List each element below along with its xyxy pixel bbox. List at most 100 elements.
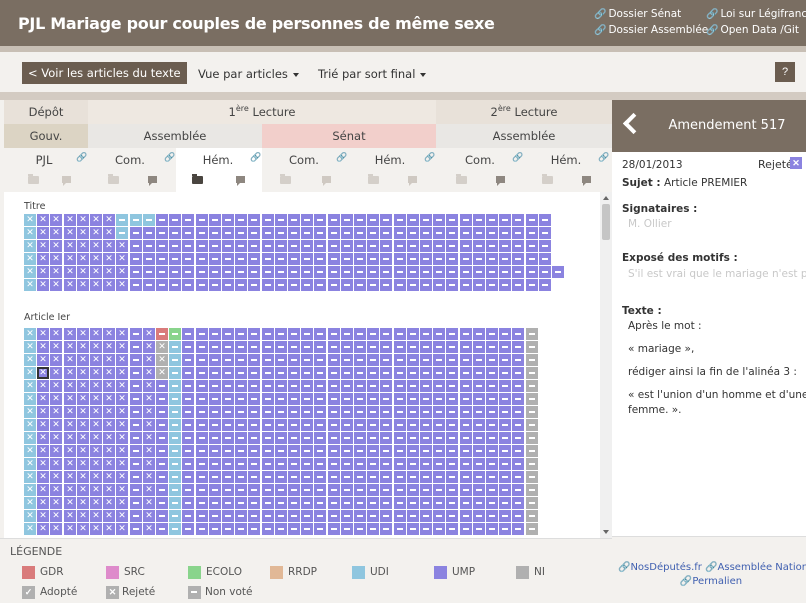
amendment-cell[interactable]: ✕: [103, 367, 115, 379]
amendment-cell[interactable]: ✕: [37, 484, 49, 496]
amendment-cell[interactable]: [248, 497, 260, 509]
amendment-cell[interactable]: ✕: [103, 419, 115, 431]
amendment-cell[interactable]: ✕: [77, 328, 89, 340]
amendment-cell[interactable]: [288, 240, 300, 252]
amendment-cell[interactable]: [235, 227, 247, 239]
amendment-cell[interactable]: [367, 445, 379, 457]
amendment-cell[interactable]: [512, 484, 524, 496]
amendment-cell[interactable]: [446, 341, 458, 353]
amendment-cell[interactable]: ✕: [50, 367, 62, 379]
amendment-cell[interactable]: [222, 497, 234, 509]
amendment-cell[interactable]: [512, 406, 524, 418]
amendment-cell[interactable]: [262, 279, 274, 291]
amendment-cell[interactable]: ✕: [90, 419, 102, 431]
amendment-cell[interactable]: [314, 227, 326, 239]
amendment-cell[interactable]: [222, 510, 234, 522]
amendment-cell[interactable]: [275, 471, 287, 483]
amendment-cell[interactable]: [341, 484, 353, 496]
amendment-cell[interactable]: ✕: [90, 510, 102, 522]
amendment-cell[interactable]: ✕: [103, 406, 115, 418]
amendment-cell[interactable]: [222, 484, 234, 496]
amendment-cell[interactable]: ✕: [24, 393, 36, 405]
amendment-cell[interactable]: [446, 328, 458, 340]
amendment-cell[interactable]: [420, 341, 432, 353]
amendment-cell[interactable]: [196, 354, 208, 366]
amendment-cell[interactable]: [446, 367, 458, 379]
amendment-cell[interactable]: [539, 279, 551, 291]
amendment-cell[interactable]: ✕: [37, 458, 49, 470]
amendment-cell[interactable]: [169, 253, 181, 265]
amendment-cell[interactable]: ✕: [24, 523, 36, 535]
amendment-cell[interactable]: [499, 253, 511, 265]
amendment-cell[interactable]: ✕: [37, 406, 49, 418]
amendment-cell[interactable]: [156, 253, 168, 265]
amendment-cell[interactable]: [473, 240, 485, 252]
amendment-cell[interactable]: ✕: [77, 253, 89, 265]
amendment-cell[interactable]: [354, 445, 366, 457]
amendment-cell[interactable]: [196, 523, 208, 535]
amendment-cell[interactable]: ✕: [77, 458, 89, 470]
amendment-cell[interactable]: ✕: [103, 266, 115, 278]
amendment-cell[interactable]: [512, 266, 524, 278]
amendment-cell[interactable]: [460, 328, 472, 340]
amendment-cell[interactable]: [301, 227, 313, 239]
amendment-cell[interactable]: [394, 367, 406, 379]
amendment-cell[interactable]: [235, 523, 247, 535]
amendment-cell[interactable]: [196, 406, 208, 418]
amendment-cell[interactable]: [196, 419, 208, 431]
amendment-cell[interactable]: [473, 497, 485, 509]
amendment-cell[interactable]: [354, 406, 366, 418]
amendment-cell[interactable]: [235, 279, 247, 291]
amendment-cell[interactable]: [275, 214, 287, 226]
amendment-cell[interactable]: [433, 458, 445, 470]
amendment-cell[interactable]: ✕: [50, 419, 62, 431]
amendment-cell[interactable]: ✕: [143, 484, 155, 496]
folder-icon[interactable]: [542, 174, 553, 184]
amendment-cell[interactable]: [235, 341, 247, 353]
amendment-cell[interactable]: [275, 393, 287, 405]
amendment-cell[interactable]: [512, 227, 524, 239]
amendment-cell[interactable]: ✕: [103, 497, 115, 509]
amendment-cell[interactable]: [328, 458, 340, 470]
amendment-cell[interactable]: [328, 497, 340, 509]
amendment-cell[interactable]: [394, 266, 406, 278]
amendment-cell[interactable]: [275, 328, 287, 340]
amendment-cell[interactable]: [130, 354, 142, 366]
amendment-cell[interactable]: [301, 367, 313, 379]
amendment-cell[interactable]: [526, 227, 538, 239]
folder-icon[interactable]: [280, 174, 291, 184]
amendment-cell[interactable]: ✕: [90, 432, 102, 444]
amendment-cell[interactable]: [182, 432, 194, 444]
stage-com-2[interactable]: Com.: [274, 148, 334, 168]
amendment-cell[interactable]: [380, 380, 392, 392]
amendment-cell[interactable]: [473, 484, 485, 496]
amendment-cell[interactable]: ✕: [50, 341, 62, 353]
amendment-cell[interactable]: [433, 484, 445, 496]
amendment-cell[interactable]: [328, 240, 340, 252]
amendment-cell[interactable]: [182, 253, 194, 265]
amendment-cell[interactable]: [288, 380, 300, 392]
scroll-thumb[interactable]: [602, 204, 610, 240]
amendment-cell[interactable]: [156, 523, 168, 535]
amendment-cell[interactable]: [275, 380, 287, 392]
amendment-cell[interactable]: ✕: [50, 432, 62, 444]
amendment-cell[interactable]: [262, 266, 274, 278]
amendment-cell[interactable]: [512, 471, 524, 483]
help-button[interactable]: ?: [775, 62, 795, 82]
amendment-cell[interactable]: [446, 419, 458, 431]
amendment-cell[interactable]: [407, 484, 419, 496]
amendment-cell[interactable]: [301, 445, 313, 457]
amendment-cell[interactable]: [394, 328, 406, 340]
amendment-cell[interactable]: [512, 240, 524, 252]
amendment-cell[interactable]: [130, 471, 142, 483]
amendment-cell[interactable]: [420, 471, 432, 483]
amendment-cell[interactable]: [354, 253, 366, 265]
amendment-cell[interactable]: [288, 214, 300, 226]
amendment-cell[interactable]: ✕: [77, 471, 89, 483]
amendment-cell[interactable]: ✕: [143, 328, 155, 340]
amendment-cell[interactable]: [222, 432, 234, 444]
amendment-cell[interactable]: [354, 458, 366, 470]
amendment-cell[interactable]: [182, 266, 194, 278]
amendment-cell[interactable]: [275, 354, 287, 366]
amendment-cell[interactable]: ✕: [64, 484, 76, 496]
